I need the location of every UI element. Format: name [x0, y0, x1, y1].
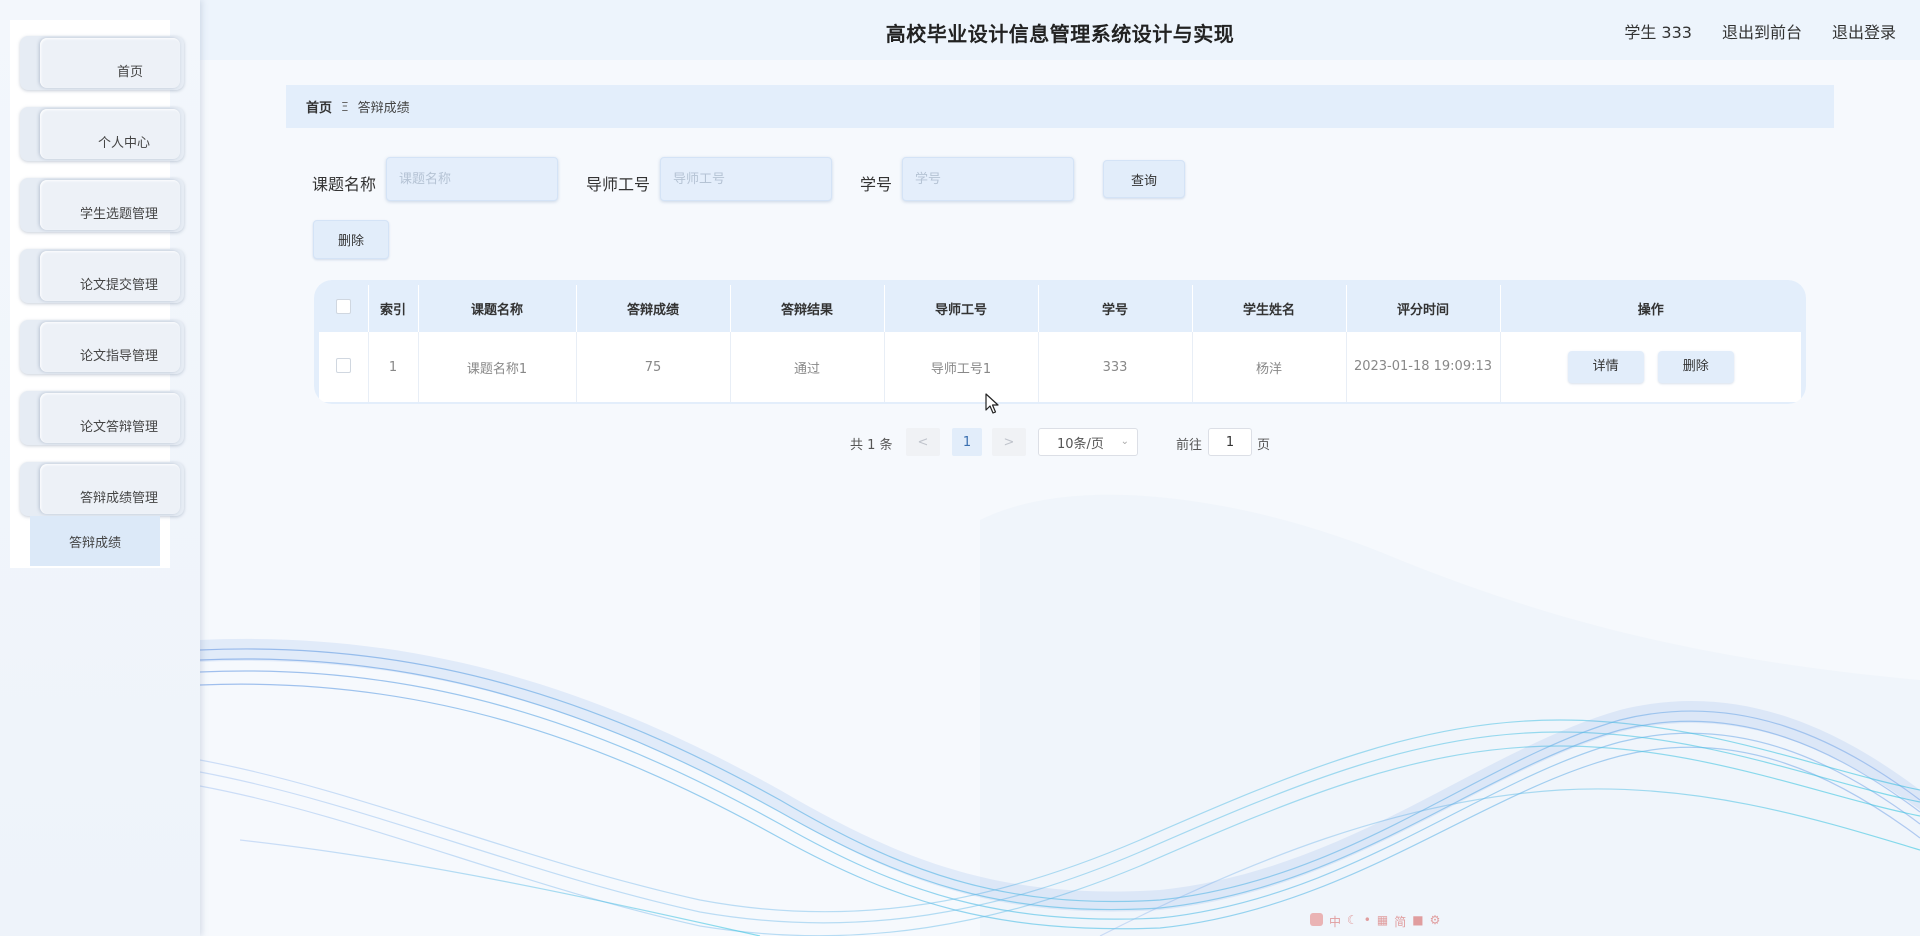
goto-label: 前往 [1176, 438, 1203, 453]
prev-page-button[interactable]: < [906, 428, 940, 456]
exit-to-front-link[interactable]: 退出到前台 [1722, 19, 1802, 43]
page-size-value: 10条/页 [1057, 436, 1104, 452]
cell-time: 2023-01-18 19:09:13 [1346, 332, 1501, 402]
row-delete-button[interactable]: 删除 [1657, 351, 1734, 383]
sidebar-subitem-label: 答辩成绩 [68, 535, 121, 551]
breadcrumb-home[interactable]: 首页 [306, 97, 332, 116]
sidebar-item-defense-score[interactable]: 答辩成绩管理 [20, 462, 184, 516]
column-header-actions: 操作 [1500, 285, 1801, 332]
query-button[interactable]: 查询 [1103, 160, 1185, 198]
cell-student-name: 杨洋 [1192, 332, 1347, 402]
sidebar: 首页 个人中心 学生选题管理 论文提交管理 论文指导管理 论文答辩管理 答辩成绩… [0, 0, 200, 936]
sidebar-item-topic-selection[interactable]: 学生选题管理 [20, 178, 184, 232]
topic-name-input[interactable] [386, 157, 558, 201]
logout-link[interactable]: 退出登录 [1832, 19, 1896, 43]
topic-name-label: 课题名称 [312, 175, 377, 194]
select-all-cell[interactable] [319, 285, 369, 332]
column-header-score: 答辩成绩 [576, 285, 731, 332]
current-user-label: 学生 333 [1624, 23, 1692, 42]
sidebar-menu: 首页 个人中心 学生选题管理 论文提交管理 论文指导管理 论文答辩管理 答辩成绩… [10, 20, 184, 568]
defense-score-table: 索引 课题名称 答辩成绩 答辩结果 导师工号 学号 学生姓名 评分时间 操作 1… [314, 280, 1806, 404]
sidebar-item-personal-center[interactable]: 个人中心 [20, 107, 184, 161]
top-header: 高校毕业设计信息管理系统设计与实现 学生 333 退出到前台 退出登录 [200, 0, 1920, 60]
sidebar-item-label: 论文提交管理 [79, 277, 158, 293]
sidebar-item-home[interactable]: 首页 [20, 36, 184, 90]
breadcrumb-current: 答辩成绩 [357, 101, 410, 116]
goto-page-input[interactable] [1208, 428, 1252, 456]
ime-simplified-mode[interactable]: 简 [1394, 913, 1406, 930]
next-page-button[interactable]: > [992, 428, 1026, 456]
data-table: 索引 课题名称 答辩成绩 答辩结果 导师工号 学号 学生姓名 评分时间 操作 1… [319, 285, 1801, 402]
select-all-checkbox[interactable] [335, 299, 351, 314]
table-row: 1 课题名称1 75 通过 导师工号1 333 杨洋 2023-01-18 19… [319, 332, 1801, 402]
column-header-student-name: 学生姓名 [1192, 285, 1347, 332]
cell-student-id: 333 [1038, 332, 1193, 402]
student-id-input[interactable] [902, 157, 1074, 201]
ime-toolbar: 中 ☾ • ▦ 简 ■ ⚙ [1310, 913, 1440, 930]
sidebar-item-label: 论文答辩管理 [79, 419, 158, 435]
column-header-result: 答辩结果 [730, 285, 885, 332]
goto-suffix: 页 [1257, 438, 1271, 453]
sidebar-item-label: 答辩成绩管理 [79, 490, 158, 506]
page-size-select[interactable]: 10条/页 ⌄ [1038, 428, 1138, 456]
chevron-down-icon: ⌄ [1120, 436, 1129, 447]
column-header-student-id: 学号 [1038, 285, 1193, 332]
breadcrumb: 首页 Ξ 答辩成绩 [286, 85, 1834, 128]
mouse-cursor-icon [985, 393, 999, 414]
cell-index: 1 [368, 332, 419, 402]
sidebar-item-thesis-defense[interactable]: 论文答辩管理 [20, 391, 184, 445]
ime-settings-icon[interactable]: ⚙ [1430, 913, 1441, 930]
cell-teacher-id: 导师工号1 [884, 332, 1039, 402]
teacher-id-input[interactable] [660, 157, 832, 201]
ime-logo-icon[interactable] [1310, 913, 1323, 926]
breadcrumb-separator-icon: Ξ [341, 99, 349, 114]
table-header-row: 索引 课题名称 答辩成绩 答辩结果 导师工号 学号 学生姓名 评分时间 操作 [319, 285, 1801, 332]
cell-score: 75 [576, 332, 731, 402]
pagination-total: 共 1 条 [850, 438, 893, 453]
column-header-teacher-id: 导师工号 [884, 285, 1039, 332]
header-links: 学生 333 退出到前台 退出登录 [1624, 19, 1896, 43]
row-checkbox[interactable] [335, 357, 351, 373]
sidebar-item-thesis-guidance[interactable]: 论文指导管理 [20, 320, 184, 374]
sidebar-item-thesis-submission[interactable]: 论文提交管理 [20, 249, 184, 303]
sidebar-item-label: 首页 [116, 64, 143, 80]
page-number-button[interactable]: 1 [952, 428, 982, 456]
column-header-topic: 课题名称 [418, 285, 577, 332]
cell-result: 通过 [730, 332, 885, 402]
ime-punctuation-icon[interactable]: ☾ [1347, 913, 1358, 930]
cell-actions: 详情 删除 [1500, 332, 1801, 402]
background-wave-decoration [199, 494, 1920, 936]
cell-topic: 课题名称1 [418, 332, 577, 402]
teacher-id-label: 导师工号 [586, 175, 651, 194]
ime-skin-icon[interactable]: ■ [1412, 913, 1423, 930]
row-select-cell[interactable] [319, 332, 369, 402]
sidebar-item-label: 论文指导管理 [79, 348, 158, 364]
column-header-index: 索引 [368, 285, 419, 332]
ime-chinese-mode[interactable]: 中 [1329, 913, 1341, 930]
sidebar-item-label: 个人中心 [97, 135, 150, 151]
sidebar-subitem-defense-score[interactable]: 答辩成绩 [30, 516, 160, 566]
ime-dot-icon[interactable]: • [1364, 913, 1371, 930]
sidebar-item-label: 学生选题管理 [79, 206, 158, 222]
batch-delete-button[interactable]: 删除 [313, 220, 389, 259]
detail-button[interactable]: 详情 [1567, 351, 1644, 383]
student-id-label: 学号 [860, 175, 893, 194]
column-header-time: 评分时间 [1346, 285, 1501, 332]
ime-keyboard-icon[interactable]: ▦ [1377, 913, 1388, 930]
